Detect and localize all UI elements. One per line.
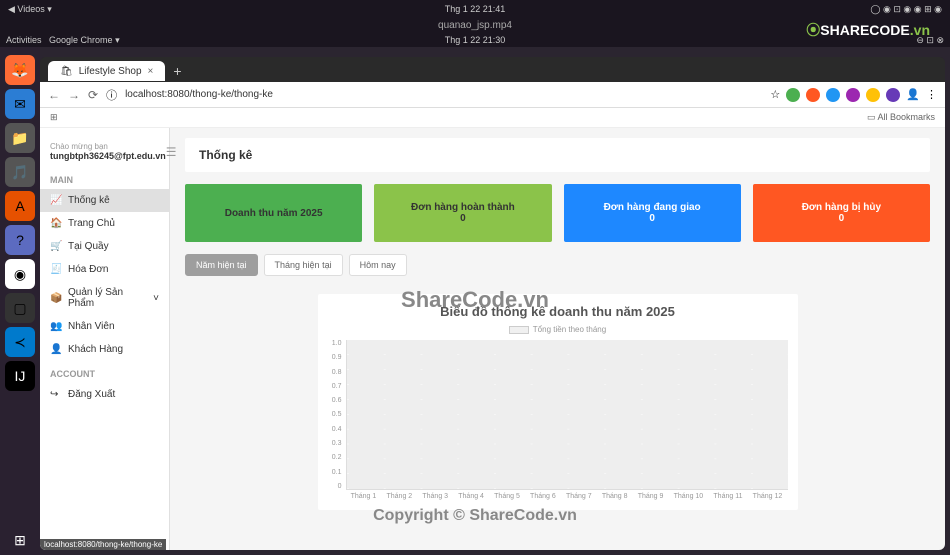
top-tray: ◯ ◉ ⊡ ◉ ◉ ⊞ ◉ <box>870 4 942 15</box>
ext-icon-3[interactable] <box>826 88 840 102</box>
tab-close-icon[interactable]: × <box>148 66 154 77</box>
inner-time: Thg 1 22 21:30 <box>445 35 506 45</box>
dock-apps-icon[interactable]: ⊞ <box>5 525 35 555</box>
browser-tab[interactable]: 🛍 Lifestyle Shop × <box>48 61 165 81</box>
tab-title: Lifestyle Shop <box>79 66 142 77</box>
dock-firefox-icon[interactable]: 🦊 <box>5 55 35 85</box>
receipt-icon: 🧾 <box>50 264 62 275</box>
card-shipping[interactable]: Đơn hàng đang giao0 <box>564 184 741 242</box>
browser-status: localhost:8080/thong-ke/thong-ke <box>40 539 166 550</box>
site-info-icon[interactable]: ⓘ <box>106 87 117 103</box>
legend-box <box>509 326 529 334</box>
page-content: Chào mừng bạn tungbtph36245@fpt.edu.vn ☰… <box>40 128 945 550</box>
user-email: tungbtph36245@fpt.edu.vn <box>50 151 166 161</box>
ubuntu-dock: 🦊 ✉ 📁 🎵 A ? ◉ ▢ ≺ IJ ⊞ <box>0 47 40 555</box>
dock-intellij-icon[interactable]: IJ <box>5 361 35 391</box>
card-revenue[interactable]: Doanh thu năm 2025 <box>185 184 362 242</box>
chart-container: Biểu đồ thống kê doanh thu năm 2025 Tổng… <box>318 294 798 510</box>
star-icon[interactable]: ☆ <box>770 88 780 101</box>
filter-year[interactable]: Năm hiện tại <box>185 254 258 276</box>
browser-window: 🛍 Lifestyle Shop × + ← → ⟳ ⓘ localhost:8… <box>40 57 945 550</box>
filter-month[interactable]: Tháng hiện tại <box>264 254 343 276</box>
ext-icon-2[interactable] <box>806 88 820 102</box>
os-top-bar: ◀ Videos ▾ Thg 1 22 21:41 ◯ ◉ ⊡ ◉ ◉ ⊞ ◉ <box>0 0 950 18</box>
page-title: Thống kê <box>185 138 930 172</box>
all-bookmarks[interactable]: ▭ All Bookmarks <box>867 112 935 123</box>
menu-qlsp[interactable]: 📦Quản lý Sản Phẩm˅ <box>40 281 169 315</box>
dock-terminal-icon[interactable]: ▢ <box>5 293 35 323</box>
ext-icon-1[interactable] <box>786 88 800 102</box>
ext-icon-5[interactable] <box>866 88 880 102</box>
videos-menu[interactable]: ◀ Videos ▾ <box>8 4 52 15</box>
dock-rhythmbox-icon[interactable]: 🎵 <box>5 157 35 187</box>
dock-vscode-icon[interactable]: ≺ <box>5 327 35 357</box>
greeting-text: Chào mừng bạn <box>50 142 166 151</box>
watermark-logo: ⦿SHARECODE.vn <box>806 20 930 40</box>
dock-files-icon[interactable]: 📁 <box>5 123 35 153</box>
dock-help-icon[interactable]: ? <box>5 225 35 255</box>
card-cancel[interactable]: Đơn hàng bị hủy0 <box>753 184 930 242</box>
menu-icon[interactable]: ⋮ <box>926 88 937 101</box>
dock-thunderbird-icon[interactable]: ✉ <box>5 89 35 119</box>
menu-thongke[interactable]: 📈Thống kê <box>40 189 169 212</box>
chrome-menu[interactable]: Google Chrome ▾ <box>49 35 120 45</box>
chart-area: 1.00.90.80.70.60.50.40.30.20.10 <box>328 340 788 490</box>
home-icon: 🏠 <box>50 218 62 229</box>
section-account: ACCOUNT <box>40 361 169 383</box>
menu-nhanvien[interactable]: 👥Nhân Viên <box>40 315 169 338</box>
apps-shortcut[interactable]: ⊞ <box>50 112 58 123</box>
profile-icon[interactable]: 👤 <box>906 88 920 101</box>
chart-icon: 📈 <box>50 195 62 206</box>
x-axis: Tháng 1Tháng 2Tháng 3Tháng 4Tháng 5Tháng… <box>346 490 788 500</box>
box-icon: 📦 <box>50 293 62 304</box>
customer-icon: 👤 <box>50 344 62 355</box>
top-time: Thg 1 22 21:41 <box>445 4 506 14</box>
dock-software-icon[interactable]: A <box>5 191 35 221</box>
filter-today[interactable]: Hôm nay <box>349 254 407 276</box>
filter-buttons: Năm hiện tại Tháng hiện tại Hôm nay <box>185 254 930 276</box>
menu-dangxuat[interactable]: ↪Đăng Xuất <box>40 383 169 406</box>
menu-taiquay[interactable]: 🛒Tại Quầy <box>40 235 169 258</box>
new-tab-button[interactable]: + <box>173 63 181 79</box>
app-sidebar: Chào mừng bạn tungbtph36245@fpt.edu.vn ☰… <box>40 128 170 550</box>
url-input[interactable]: localhost:8080/thong-ke/thong-ke <box>125 89 762 100</box>
main-area: Thống kê Doanh thu năm 2025 Đơn hàng hoà… <box>170 128 945 550</box>
menu-trangchu[interactable]: 🏠Trang Chủ <box>40 212 169 235</box>
back-button[interactable]: ← <box>48 88 60 102</box>
url-bar: ← → ⟳ ⓘ localhost:8080/thong-ke/thong-ke… <box>40 82 945 108</box>
chevron-down-icon: ˅ <box>153 293 159 304</box>
stat-cards: Doanh thu năm 2025 Đơn hàng hoàn thành0 … <box>185 184 930 242</box>
activities-label[interactable]: Activities <box>6 35 42 45</box>
menu-khachhang[interactable]: 👤Khách Hàng <box>40 338 169 361</box>
section-main: MAIN <box>40 167 169 189</box>
tab-favicon: 🛍 <box>60 66 73 77</box>
menu-hoadon[interactable]: 🧾Hóa Đơn <box>40 258 169 281</box>
tab-bar: 🛍 Lifestyle Shop × + <box>40 60 945 82</box>
bookmark-bar: ⊞ ▭ All Bookmarks <box>40 108 945 128</box>
chart-legend: Tổng tiền theo tháng <box>328 325 788 334</box>
cart-icon: 🛒 <box>50 241 62 252</box>
reload-button[interactable]: ⟳ <box>88 88 98 102</box>
y-axis: 1.00.90.80.70.60.50.40.30.20.10 <box>328 340 346 490</box>
dock-chrome-icon[interactable]: ◉ <box>5 259 35 289</box>
logout-icon: ↪ <box>50 389 62 400</box>
card-done[interactable]: Đơn hàng hoàn thành0 <box>374 184 551 242</box>
chart-title: Biểu đồ thống kê doanh thu năm 2025 <box>328 304 788 319</box>
ext-icon-6[interactable] <box>886 88 900 102</box>
chart-grid <box>346 340 788 490</box>
forward-button[interactable]: → <box>68 88 80 102</box>
ext-icon-4[interactable] <box>846 88 860 102</box>
staff-icon: 👥 <box>50 321 62 332</box>
extensions: ☆ 👤 ⋮ <box>770 88 937 102</box>
